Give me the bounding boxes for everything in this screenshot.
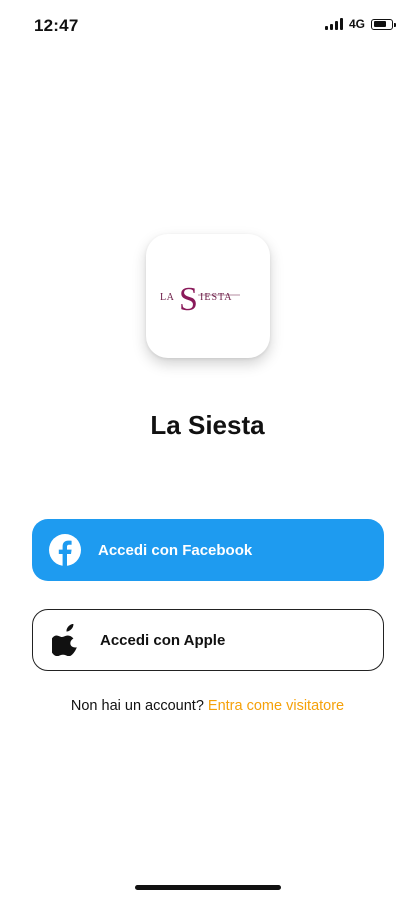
app-logo: LA S IESTA [146,234,270,358]
status-bar: 12:47 4G [0,0,415,52]
enter-as-guest-link[interactable]: Entra come visitatore [208,698,344,714]
svg-text:IESTA: IESTA [200,292,233,303]
network-type: 4G [348,17,365,31]
apple-login-button[interactable]: Accedi con Apple [32,609,384,671]
facebook-login-button[interactable]: Accedi con Facebook [32,519,384,581]
battery-level [373,21,386,27]
signal-icon [324,18,343,30]
facebook-icon [48,533,82,567]
battery-icon [371,18,396,30]
la-siesta-logo: LA S IESTA [160,281,240,316]
home-indicator[interactable] [135,885,281,890]
guest-entry-row: Non hai un account? Entra come visitator… [0,698,415,714]
app-name: La Siesta [150,410,265,440]
no-account-prompt: Non hai un account? [70,698,204,714]
apple-login-label: Accedi con Apple [100,631,226,649]
svg-text:LA: LA [160,292,175,303]
apple-icon [49,623,83,657]
facebook-login-label: Accedi con Facebook [98,541,253,559]
svg-text:S: S [179,281,198,316]
status-time: 12:47 [34,16,79,35]
status-icons: 4G [324,17,396,31]
